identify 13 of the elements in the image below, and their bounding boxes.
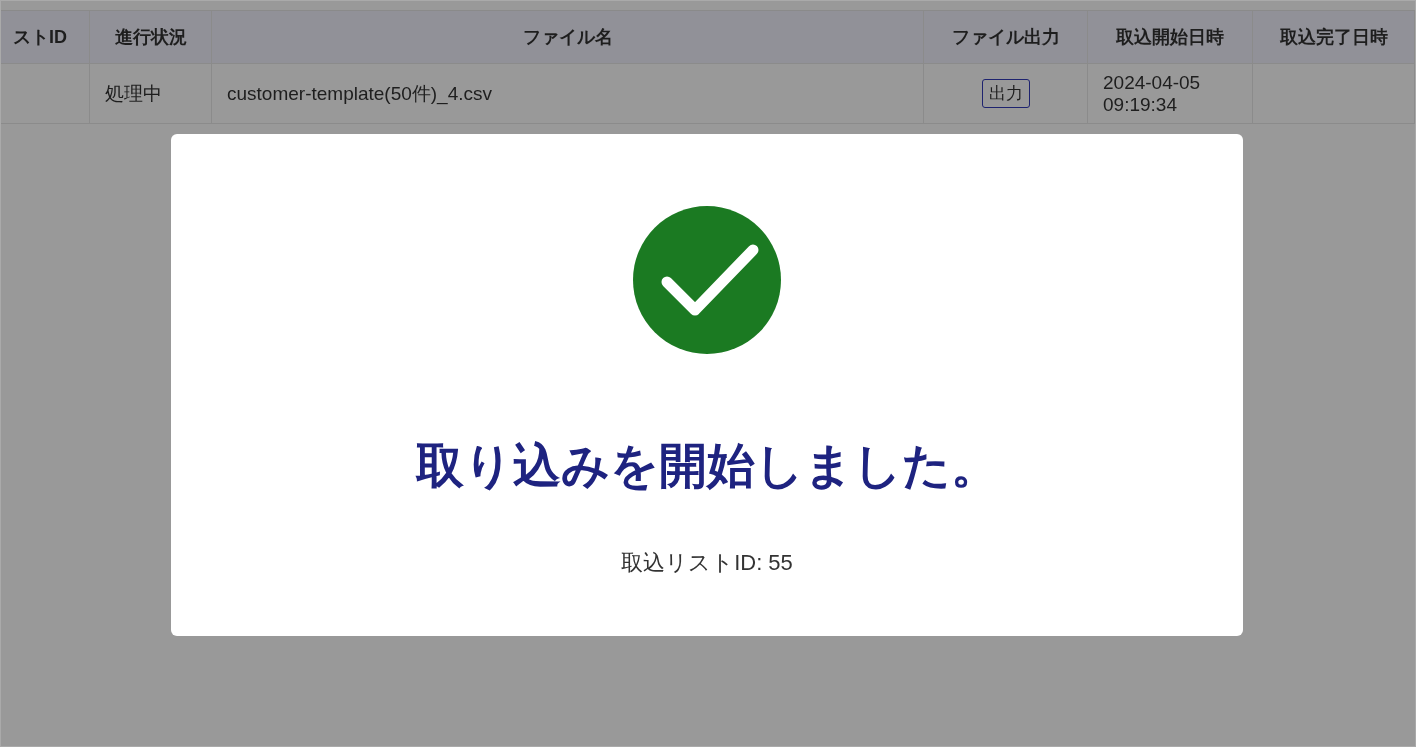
column-header: ストID — [13, 26, 67, 49]
dialog-detail: 取込リストID: 55 — [621, 549, 793, 577]
column-header: 取込完了日時 — [1279, 26, 1388, 49]
table-cell-text: customer-template(50件)_4.csv — [227, 81, 493, 107]
column-header: 進行状況 — [114, 26, 187, 49]
column-header: ファイル出力 — [951, 26, 1060, 49]
checkmark-icon — [633, 206, 781, 354]
timestamp-cell-text: 2024-04-05 09:19:34 — [1103, 71, 1202, 116]
table-cell-text: 処理中 — [105, 81, 162, 106]
dialog-message: 取り込みを開始しました。 — [415, 438, 999, 494]
export-button[interactable]: 出力 — [981, 79, 1030, 108]
column-header: 取込開始日時 — [1116, 26, 1224, 49]
column-header: ファイル名 — [522, 26, 613, 49]
